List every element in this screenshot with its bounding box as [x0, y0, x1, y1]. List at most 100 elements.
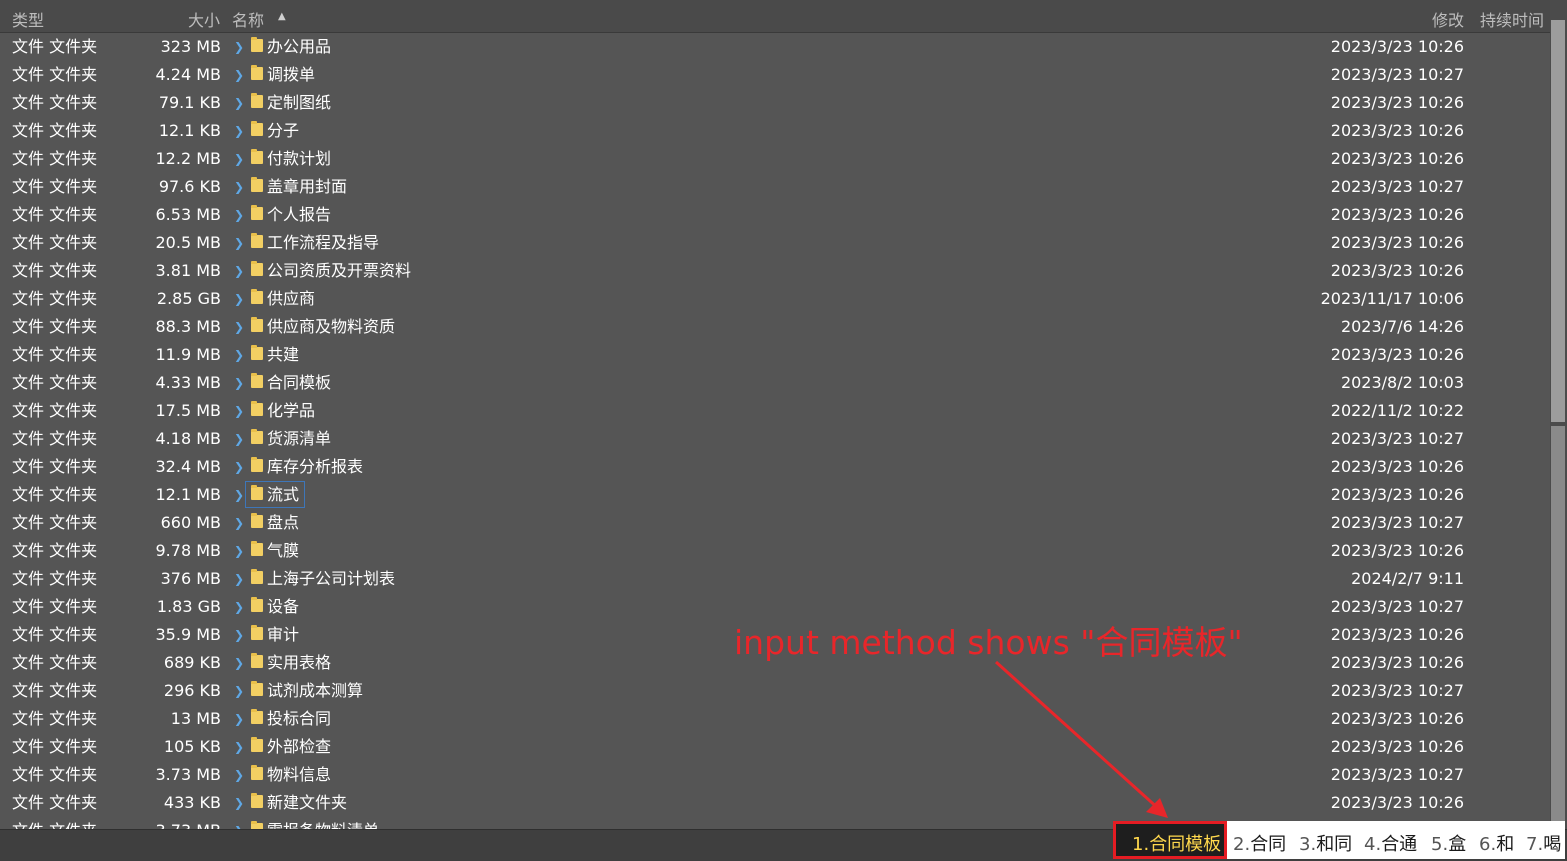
row-name[interactable]: 外部检查: [267, 733, 331, 761]
row-name[interactable]: 盖章用封面: [267, 173, 347, 201]
row-name[interactable]: 定制图纸: [267, 89, 331, 117]
row-name[interactable]: 设备: [267, 593, 299, 621]
chevron-right-icon[interactable]: ❯: [234, 761, 244, 789]
row-name[interactable]: 盘点: [267, 509, 299, 537]
ime-candidate-1[interactable]: 1.合同模板: [1113, 821, 1227, 859]
chevron-right-icon[interactable]: ❯: [234, 565, 244, 593]
chevron-right-icon[interactable]: ❯: [234, 33, 244, 61]
table-row[interactable]: 文件 文件夹 11.9 MB ❯ 共建 2023/3/23 10:26: [8, 341, 1548, 369]
folder-icon: [251, 793, 263, 808]
column-header-duration[interactable]: 持续时间: [1480, 7, 1544, 31]
chevron-right-icon[interactable]: ❯: [234, 313, 244, 341]
ime-candidate-3[interactable]: 3.和同: [1299, 830, 1352, 856]
row-name[interactable]: 库存分析报表: [267, 453, 363, 481]
chevron-right-icon[interactable]: ❯: [234, 649, 244, 677]
chevron-right-icon[interactable]: ❯: [234, 173, 244, 201]
chevron-right-icon[interactable]: ❯: [234, 817, 244, 829]
table-row[interactable]: 文件 文件夹 9.78 MB ❯ 气膜 2023/3/23 10:26: [8, 537, 1548, 565]
row-name[interactable]: 上海子公司计划表: [267, 565, 395, 593]
chevron-right-icon[interactable]: ❯: [234, 509, 244, 537]
row-name[interactable]: 化学品: [267, 397, 315, 425]
row-name[interactable]: 物料信息: [267, 761, 331, 789]
chevron-right-icon[interactable]: ❯: [234, 117, 244, 145]
table-row[interactable]: 文件 文件夹 433 KB ❯ 新建文件夹 2023/3/23 10:26: [8, 789, 1548, 817]
chevron-right-icon[interactable]: ❯: [234, 145, 244, 173]
ime-candidate-6[interactable]: 6.和: [1479, 830, 1514, 856]
chevron-right-icon[interactable]: ❯: [234, 677, 244, 705]
chevron-right-icon[interactable]: ❯: [234, 425, 244, 453]
row-name[interactable]: 个人报告: [267, 201, 331, 229]
row-name[interactable]: 实用表格: [267, 649, 331, 677]
chevron-right-icon[interactable]: ❯: [234, 201, 244, 229]
chevron-right-icon[interactable]: ❯: [234, 537, 244, 565]
table-row[interactable]: 文件 文件夹 323 MB ❯ 办公用品 2023/3/23 10:26: [8, 33, 1548, 61]
chevron-right-icon[interactable]: ❯: [234, 285, 244, 313]
table-row[interactable]: 文件 文件夹 20.5 MB ❯ 工作流程及指导 2023/3/23 10:26: [8, 229, 1548, 257]
chevron-right-icon[interactable]: ❯: [234, 481, 244, 509]
chevron-right-icon[interactable]: ❯: [234, 705, 244, 733]
column-header-modified[interactable]: 修改: [1432, 7, 1464, 31]
ime-candidate-5[interactable]: 5.盒: [1431, 830, 1466, 856]
row-name[interactable]: 公司资质及开票资料: [267, 257, 411, 285]
table-row[interactable]: 文件 文件夹 105 KB ❯ 外部检查 2023/3/23 10:26: [8, 733, 1548, 761]
table-row[interactable]: 文件 文件夹 12.1 MB ❯ 流式 2023/3/23 10:26: [8, 481, 1548, 509]
table-row[interactable]: 文件 文件夹 17.5 MB ❯ 化学品 2022/11/2 10:22: [8, 397, 1548, 425]
row-name[interactable]: 付款计划: [267, 145, 331, 173]
chevron-right-icon[interactable]: ❯: [234, 593, 244, 621]
chevron-right-icon[interactable]: ❯: [234, 61, 244, 89]
row-name[interactable]: 气膜: [267, 537, 299, 565]
table-row[interactable]: 文件 文件夹 12.1 KB ❯ 分子 2023/3/23 10:26: [8, 117, 1548, 145]
column-header-size[interactable]: 大小: [188, 7, 220, 31]
chevron-right-icon[interactable]: ❯: [234, 789, 244, 817]
column-header-name[interactable]: 名称: [232, 7, 264, 31]
scrollbar-track-lower[interactable]: [1551, 426, 1565, 826]
row-type: 文件 文件夹: [12, 513, 98, 532]
chevron-right-icon[interactable]: ❯: [234, 229, 244, 257]
chevron-right-icon[interactable]: ❯: [234, 369, 244, 397]
row-name[interactable]: 合同模板: [267, 369, 331, 397]
table-row[interactable]: 文件 文件夹 376 MB ❯ 上海子公司计划表 2024/2/7 9:11: [8, 565, 1548, 593]
chevron-right-icon[interactable]: ❯: [234, 341, 244, 369]
row-name[interactable]: 试剂成本测算: [267, 677, 363, 705]
table-row[interactable]: 文件 文件夹 88.3 MB ❯ 供应商及物料资质 2023/7/6 14:26: [8, 313, 1548, 341]
table-row[interactable]: 文件 文件夹 32.4 MB ❯ 库存分析报表 2023/3/23 10:26: [8, 453, 1548, 481]
table-row[interactable]: 文件 文件夹 2.85 GB ❯ 供应商 2023/11/17 10:06: [8, 285, 1548, 313]
row-name[interactable]: 分子: [267, 117, 299, 145]
row-name[interactable]: 需报备物料清单: [267, 817, 379, 829]
table-row[interactable]: 文件 文件夹 3.81 MB ❯ 公司资质及开票资料 2023/3/23 10:26: [8, 257, 1548, 285]
chevron-right-icon[interactable]: ❯: [234, 257, 244, 285]
chevron-right-icon[interactable]: ❯: [234, 733, 244, 761]
table-row[interactable]: 文件 文件夹 6.53 MB ❯ 个人报告 2023/3/23 10:26: [8, 201, 1548, 229]
table-row[interactable]: 文件 文件夹 660 MB ❯ 盘点 2023/3/23 10:27: [8, 509, 1548, 537]
ime-candidate-4[interactable]: 4.合通: [1364, 830, 1417, 856]
row-name[interactable]: 投标合同: [267, 705, 331, 733]
chevron-right-icon[interactable]: ❯: [234, 397, 244, 425]
chevron-right-icon[interactable]: ❯: [234, 621, 244, 649]
chevron-right-icon[interactable]: ❯: [234, 453, 244, 481]
row-name[interactable]: 供应商及物料资质: [267, 313, 395, 341]
row-name[interactable]: 工作流程及指导: [267, 229, 379, 257]
table-row[interactable]: 文件 文件夹 13 MB ❯ 投标合同 2023/3/23 10:26: [8, 705, 1548, 733]
row-size: 12.1 KB: [158, 121, 221, 140]
row-name[interactable]: 审计: [267, 621, 299, 649]
row-name[interactable]: 流式: [267, 481, 299, 509]
table-row[interactable]: 文件 文件夹 4.33 MB ❯ 合同模板 2023/8/2 10:03: [8, 369, 1548, 397]
column-header-type[interactable]: 类型: [12, 7, 44, 31]
table-row[interactable]: 文件 文件夹 97.6 KB ❯ 盖章用封面 2023/3/23 10:27: [8, 173, 1548, 201]
chevron-right-icon[interactable]: ❯: [234, 89, 244, 117]
scrollbar-thumb[interactable]: [1551, 20, 1565, 422]
row-name[interactable]: 调拨单: [267, 61, 315, 89]
table-row[interactable]: 文件 文件夹 79.1 KB ❯ 定制图纸 2023/3/23 10:26: [8, 89, 1548, 117]
row-name[interactable]: 共建: [267, 341, 299, 369]
ime-candidate-7[interactable]: 7.喝: [1526, 830, 1561, 856]
row-name[interactable]: 新建文件夹: [267, 789, 347, 817]
row-name[interactable]: 办公用品: [267, 33, 331, 61]
table-row[interactable]: 文件 文件夹 296 KB ❯ 试剂成本测算 2023/3/23 10:27: [8, 677, 1548, 705]
table-row[interactable]: 文件 文件夹 4.24 MB ❯ 调拨单 2023/3/23 10:27: [8, 61, 1548, 89]
table-row[interactable]: 文件 文件夹 12.2 MB ❯ 付款计划 2023/3/23 10:26: [8, 145, 1548, 173]
table-row[interactable]: 文件 文件夹 3.73 MB ❯ 物料信息 2023/3/23 10:27: [8, 761, 1548, 789]
row-name[interactable]: 货源清单: [267, 425, 331, 453]
table-row[interactable]: 文件 文件夹 4.18 MB ❯ 货源清单 2023/3/23 10:27: [8, 425, 1548, 453]
row-name[interactable]: 供应商: [267, 285, 315, 313]
ime-candidate-2[interactable]: 2.合同: [1233, 830, 1286, 856]
